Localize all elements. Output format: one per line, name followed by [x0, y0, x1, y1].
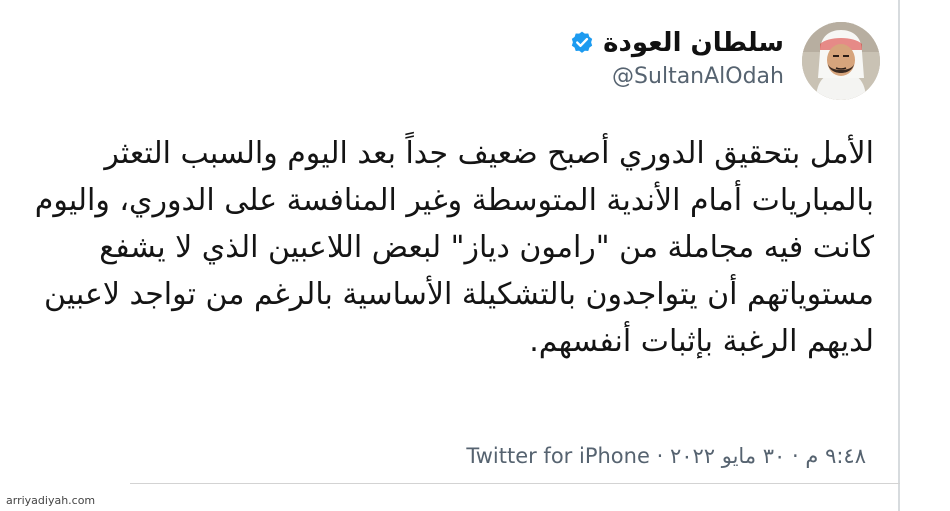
author-display-name[interactable]: سلطان العودة: [603, 28, 784, 58]
meta-separator-2: ·: [656, 444, 664, 468]
tweet-screenshot: سلطان العودة @SultanAlOdah الأمل بتحقيق …: [0, 0, 950, 511]
tweet-card: سلطان العودة @SultanAlOdah الأمل بتحقيق …: [18, 12, 884, 482]
tweet-time[interactable]: ٩:٤٨ م: [805, 444, 866, 468]
column-divider: [898, 0, 900, 511]
author-name-row: سلطان العودة: [569, 26, 784, 60]
tweet-source-link[interactable]: Twitter for iPhone: [466, 444, 650, 468]
author-handle[interactable]: @SultanAlOdah: [612, 64, 784, 89]
site-watermark: arriyadiyah.com: [6, 494, 96, 507]
tweet-date[interactable]: ٣٠ مايو ٢٠٢٢: [670, 444, 785, 468]
author-avatar[interactable]: [802, 22, 880, 100]
tweet-body-text: الأمل بتحقيق الدوري أصبح ضعيف جداً بعد ا…: [34, 136, 874, 359]
verified-badge-icon: [569, 30, 595, 56]
tweet-metadata: ٩:٤٨ م · ٣٠ مايو ٢٠٢٢ · Twitter for iPho…: [466, 444, 866, 468]
avatar-image: [802, 22, 880, 100]
meta-separator: ·: [792, 444, 799, 468]
tweet-bottom-divider: [130, 483, 900, 484]
